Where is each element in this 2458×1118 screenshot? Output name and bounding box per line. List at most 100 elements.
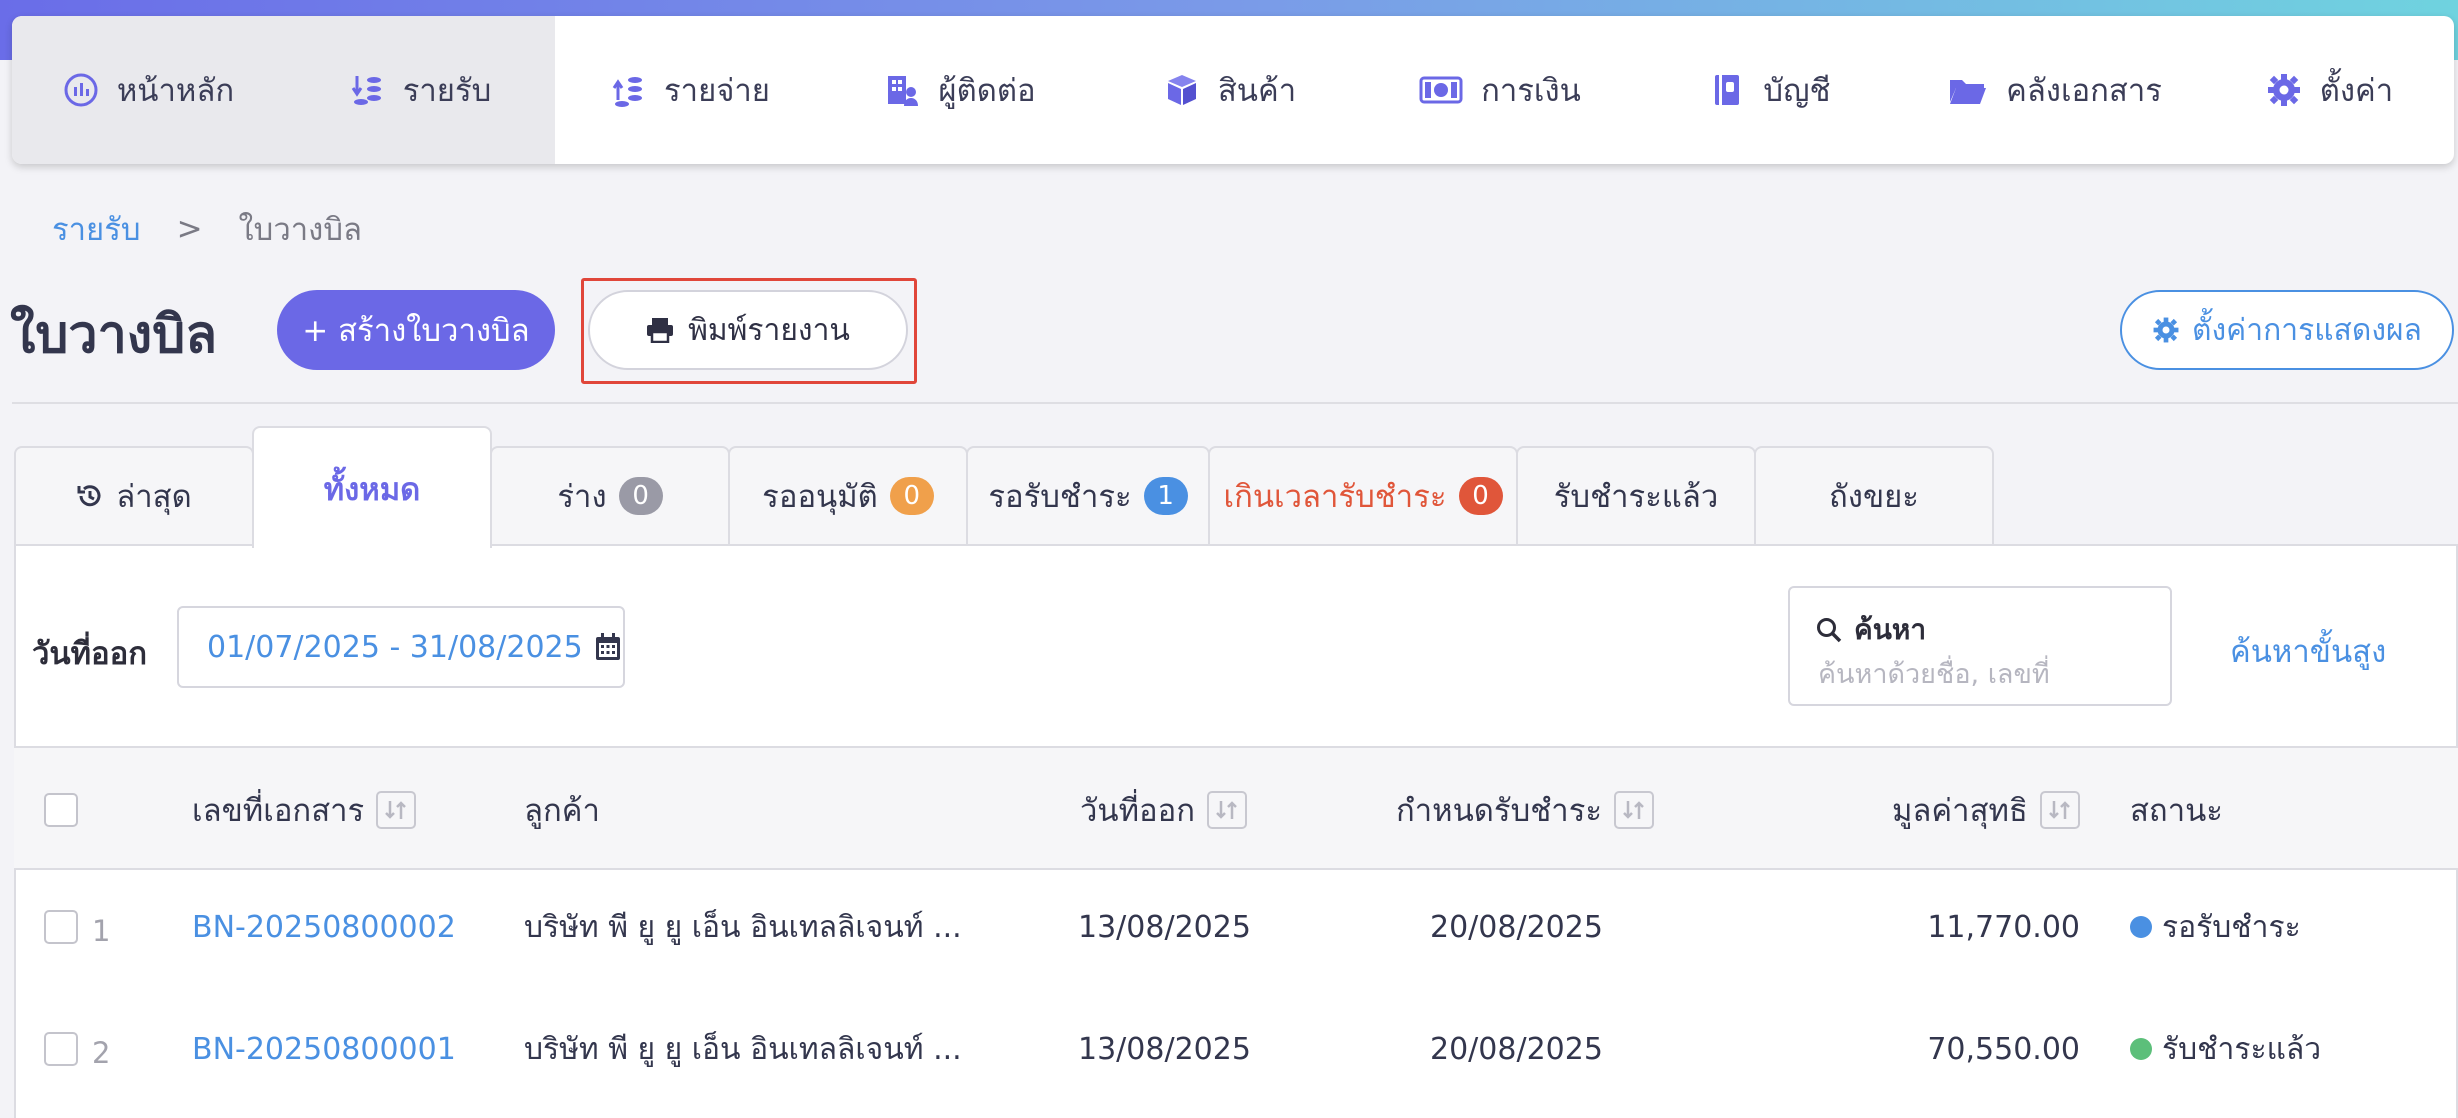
row-checkbox[interactable] bbox=[44, 910, 78, 944]
status-cell: รอรับชำระ bbox=[2130, 866, 2301, 988]
nav-label: รายรับ bbox=[402, 73, 492, 109]
tab-label: รับชำระแล้ว bbox=[1553, 479, 1719, 515]
print-report-button[interactable]: พิมพ์รายงาน bbox=[588, 290, 908, 370]
column-label: สถานะ bbox=[2130, 793, 2223, 829]
sort-icon[interactable] bbox=[376, 791, 417, 829]
column-header-issue-date[interactable]: วันที่ออก bbox=[1080, 748, 1248, 872]
sort-icon[interactable] bbox=[1207, 791, 1248, 829]
expense-icon bbox=[612, 77, 643, 107]
row-checkbox[interactable] bbox=[44, 1032, 78, 1066]
nav-item-products[interactable]: สินค้า bbox=[1095, 16, 1365, 164]
tab-label: ร่าง bbox=[557, 479, 607, 515]
row-select-cell: 2 bbox=[44, 988, 110, 1110]
accounting-book-icon bbox=[1715, 75, 1740, 105]
create-billing-note-button[interactable]: + สร้างใบวางบิล bbox=[277, 290, 555, 370]
nav-label: ผู้ติดต่อ bbox=[938, 73, 1036, 109]
dashboard-icon bbox=[64, 73, 98, 107]
due-date: 20/08/2025 bbox=[1430, 909, 1603, 945]
date-filter-label: วันที่ออก bbox=[32, 636, 148, 672]
create-button-label: + สร้างใบวางบิล bbox=[302, 313, 530, 349]
row-number: 1 bbox=[92, 914, 111, 948]
due-date: 20/08/2025 bbox=[1430, 1031, 1603, 1067]
tab-awaiting-payment[interactable]: รอรับชำระ 1 bbox=[966, 446, 1210, 546]
search-icon bbox=[1817, 618, 1842, 643]
breadcrumb-link-income[interactable]: รายรับ bbox=[52, 204, 141, 254]
history-icon bbox=[77, 485, 101, 507]
search-box[interactable]: ค้นหา bbox=[1788, 586, 2172, 706]
status-label: รอรับชำระ bbox=[2162, 909, 2301, 945]
sort-icon[interactable] bbox=[1614, 791, 1655, 829]
customer-name: บริษัท พี ยู ยู เอ็น อินเทลลิเจนท์ ... bbox=[524, 1031, 962, 1067]
column-header-doc-no[interactable]: เลขที่เอกสาร bbox=[192, 748, 417, 872]
print-button-label: พิมพ์รายงาน bbox=[688, 312, 850, 348]
display-settings-label: ตั้งค่าการแสดงผล bbox=[2192, 312, 2422, 348]
doc-number-link[interactable]: BN-20250800002 bbox=[192, 866, 456, 988]
tab-latest[interactable]: ล่าสุด bbox=[14, 446, 254, 546]
tab-label: รอรับชำระ bbox=[988, 479, 1132, 515]
nav-item-documents[interactable]: คลังเอกสาร bbox=[1905, 16, 2205, 164]
table-row[interactable]: 2 BN-20250800001 บริษัท พี ยู ยู เอ็น อิ… bbox=[14, 988, 2458, 1110]
table-row[interactable]: 1 BN-20250800002 บริษัท พี ยู ยู เอ็น อิ… bbox=[14, 866, 2458, 988]
printer-icon bbox=[647, 318, 674, 343]
contacts-icon bbox=[888, 76, 919, 106]
column-header-net-value[interactable]: มูลค่าสุทธิ bbox=[1892, 748, 2080, 872]
tab-trash[interactable]: ถังขยะ bbox=[1754, 446, 1994, 546]
nav-item-income[interactable]: รายรับ bbox=[285, 16, 555, 164]
display-settings-button[interactable]: ตั้งค่าการแสดงผล bbox=[2120, 290, 2454, 370]
nav-label: ตั้งค่า bbox=[2319, 73, 2394, 109]
tab-draft[interactable]: ร่าง 0 bbox=[490, 446, 730, 546]
search-label-text: ค้นหา bbox=[1854, 613, 1927, 646]
nav-item-dashboard[interactable]: หน้าหลัก bbox=[12, 16, 285, 164]
breadcrumb-current: ใบวางบิล bbox=[238, 212, 362, 248]
advanced-search-link[interactable]: ค้นหาขั้นสูง bbox=[2230, 626, 2386, 676]
tab-all[interactable]: ทั้งหมด bbox=[252, 426, 492, 548]
sort-icon[interactable] bbox=[2039, 791, 2080, 829]
nav-item-finance[interactable]: การเงิน bbox=[1365, 16, 1635, 164]
tab-label: ถังขยะ bbox=[1829, 479, 1919, 515]
breadcrumb-separator: > bbox=[176, 211, 203, 247]
count-badge: 0 bbox=[618, 477, 663, 515]
select-all-cell bbox=[44, 748, 78, 872]
nav-item-contacts[interactable]: ผู้ติดต่อ bbox=[825, 16, 1095, 164]
column-label: กำหนดรับชำระ bbox=[1396, 793, 1603, 829]
product-box-icon bbox=[1167, 75, 1196, 105]
gear-icon bbox=[2153, 317, 2179, 343]
column-label: มูลค่าสุทธิ bbox=[1892, 793, 2028, 829]
folder-icon bbox=[1950, 80, 1987, 104]
nav-item-accounting[interactable]: บัญชี bbox=[1635, 16, 1905, 164]
date-range-value: 01/07/2025 - 31/08/2025 bbox=[207, 629, 583, 665]
tab-paid[interactable]: รับชำระแล้ว bbox=[1516, 446, 1756, 546]
issue-date: 13/08/2025 bbox=[1078, 909, 1251, 945]
tab-awaiting-approval[interactable]: รออนุมัติ 0 bbox=[728, 446, 968, 546]
customer-name: บริษัท พี ยู ยู เอ็น อินเทลลิเจนท์ ... bbox=[524, 909, 962, 945]
nav-label: รายจ่าย bbox=[664, 73, 770, 109]
tab-overdue[interactable]: เกินเวลารับชำระ 0 bbox=[1208, 446, 1518, 546]
nav-item-expense[interactable]: รายจ่าย bbox=[555, 16, 825, 164]
issue-date: 13/08/2025 bbox=[1078, 1031, 1251, 1067]
count-badge: 0 bbox=[1458, 477, 1503, 515]
money-icon bbox=[1419, 76, 1463, 104]
nav-label: บัญชี bbox=[1763, 73, 1831, 109]
status-dot bbox=[2130, 1038, 2152, 1060]
column-header-due-date[interactable]: กำหนดรับชำระ bbox=[1396, 748, 1655, 872]
breadcrumb: รายรับ > ใบวางบิล bbox=[52, 204, 362, 254]
table-header: เลขที่เอกสาร ลูกค้า วันที่ออก กำหนดรับชำ… bbox=[14, 746, 2458, 870]
tab-label: เกินเวลารับชำระ bbox=[1223, 479, 1447, 515]
row-number: 2 bbox=[92, 1036, 111, 1070]
status-cell: รับชำระแล้ว bbox=[2130, 988, 2321, 1110]
count-badge: 0 bbox=[889, 477, 934, 515]
column-label: เลขที่เอกสาร bbox=[192, 793, 365, 829]
column-label: วันที่ออก bbox=[1080, 793, 1196, 829]
select-all-checkbox[interactable] bbox=[44, 793, 78, 827]
doc-number-link[interactable]: BN-20250800001 bbox=[192, 988, 456, 1110]
income-icon bbox=[351, 76, 381, 105]
main-nav: หน้าหลัก รายรับ รายจ่าย ผู้ติดต่อ สินค้า… bbox=[12, 16, 2454, 164]
date-range-input[interactable]: 01/07/2025 - 31/08/2025 bbox=[177, 606, 625, 688]
status-dot bbox=[2130, 916, 2152, 938]
search-input[interactable] bbox=[1818, 654, 2148, 694]
page-title: ใบวางบิล bbox=[10, 305, 218, 365]
nav-item-settings[interactable]: ตั้งค่า bbox=[2205, 16, 2454, 164]
gear-icon bbox=[2267, 74, 2300, 106]
column-header-customer: ลูกค้า bbox=[524, 748, 600, 872]
net-value: 70,550.00 bbox=[1927, 1031, 2080, 1067]
